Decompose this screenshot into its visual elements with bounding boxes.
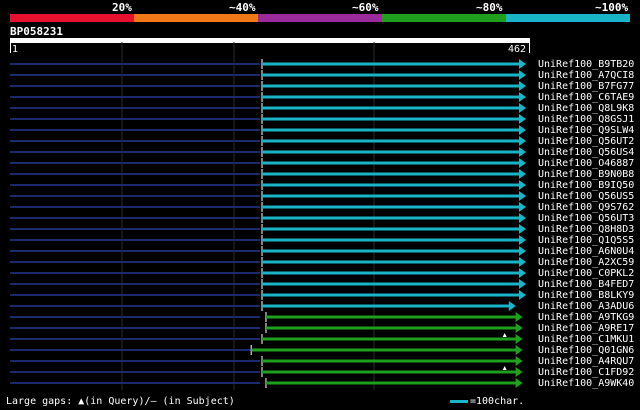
hit-label: UniRef100_A3ADU6 (538, 301, 634, 312)
hit-label: UniRef100_A7QCI8 (538, 70, 634, 81)
hit-arrowhead (519, 235, 526, 245)
hit-label: UniRef100_C0PKL2 (538, 268, 634, 279)
hit-label: UniRef100_Q1Q5S5 (538, 235, 634, 246)
hit-label: UniRef100_A9WK40 (538, 378, 634, 389)
hit-arrowhead (515, 312, 523, 322)
hit-arrowhead (519, 213, 526, 223)
hit-arrowhead (515, 345, 523, 355)
gap-marker-icon (502, 366, 507, 370)
hit-arrowhead (519, 268, 526, 278)
hit-arrowhead (519, 290, 526, 300)
hit-label: UniRef100_Q56UT2 (538, 136, 634, 147)
hit-arrowhead (515, 367, 523, 377)
hit-label: UniRef100_C1FD92 (538, 367, 634, 378)
hit-arrowhead (519, 257, 526, 267)
hit-label: UniRef100_A9TKG9 (538, 312, 634, 323)
hit-arrowhead (519, 125, 526, 135)
hit-arrowhead (519, 202, 526, 212)
hit-arrowhead (519, 246, 526, 256)
hit-label: UniRef100_B4FED7 (538, 279, 634, 290)
hit-label: UniRef100_B9TB20 (538, 59, 634, 70)
hit-label: UniRef100_Q8GSJ1 (538, 114, 634, 125)
hit-arrowhead (515, 378, 523, 388)
hit-arrowhead (515, 323, 523, 333)
hit-arrowhead (519, 191, 526, 201)
hit-label: UniRef100_A2XC59 (538, 257, 634, 268)
hit-label: UniRef100_B8LKY9 (538, 290, 634, 301)
gaps-legend: Large gaps: ▲(in Query)/– (in Subject) (6, 396, 235, 407)
hit-label: UniRef100_A6N0U4 (538, 246, 634, 257)
hit-arrowhead (519, 59, 526, 69)
hit-arrowhead (519, 103, 526, 113)
hit-label: UniRef100_Q56US4 (538, 147, 634, 158)
hit-label: UniRef100_Q56UT3 (538, 213, 634, 224)
hit-label: UniRef100_A4RQU7 (538, 356, 634, 367)
hit-label: UniRef100_Q8L9K8 (538, 103, 634, 114)
hit-label: UniRef100_Q56US5 (538, 191, 634, 202)
hit-arrowhead (519, 279, 526, 289)
hit-arrowhead (508, 301, 516, 311)
hit-arrowhead (519, 70, 526, 80)
scale-bar-swatch (450, 399, 468, 403)
hit-label: UniRef100_O46887 (538, 158, 634, 169)
hit-arrowhead (519, 180, 526, 190)
hit-arrowhead (515, 334, 523, 344)
hit-arrowhead (519, 81, 526, 91)
hit-arrowhead (515, 356, 523, 366)
hit-label: UniRef100_Q9S762 (538, 202, 634, 213)
hit-label: UniRef100_C1MKU1 (538, 334, 634, 345)
hit-label: UniRef100_Q9SLW4 (538, 125, 634, 136)
hit-arrowhead (519, 147, 526, 157)
alignment-plot: UniRef100_B9TB20UniRef100_A7QCI8UniRef10… (10, 42, 634, 390)
hit-label: UniRef100_B9IQ50 (538, 180, 634, 191)
hit-arrowhead (519, 158, 526, 168)
hit-arrowhead (519, 136, 526, 146)
hit-label: UniRef100_A9RE17 (538, 323, 634, 334)
hit-label: UniRef100_B9N0B8 (538, 169, 634, 180)
hit-label: UniRef100_C6TAE9 (538, 92, 634, 103)
hit-label: UniRef100_B7FG77 (538, 81, 634, 92)
hit-arrowhead (519, 92, 526, 102)
hit-arrowhead (519, 114, 526, 124)
gap-marker-icon (502, 333, 507, 337)
hit-arrowhead (519, 224, 526, 234)
scale-label: =100char. (470, 396, 525, 407)
hit-label: UniRef100_Q8H8D3 (538, 224, 634, 235)
scale-legend: =100char. (450, 396, 524, 407)
hit-arrowhead (519, 169, 526, 179)
hit-label: UniRef100_Q01GN6 (538, 345, 634, 356)
